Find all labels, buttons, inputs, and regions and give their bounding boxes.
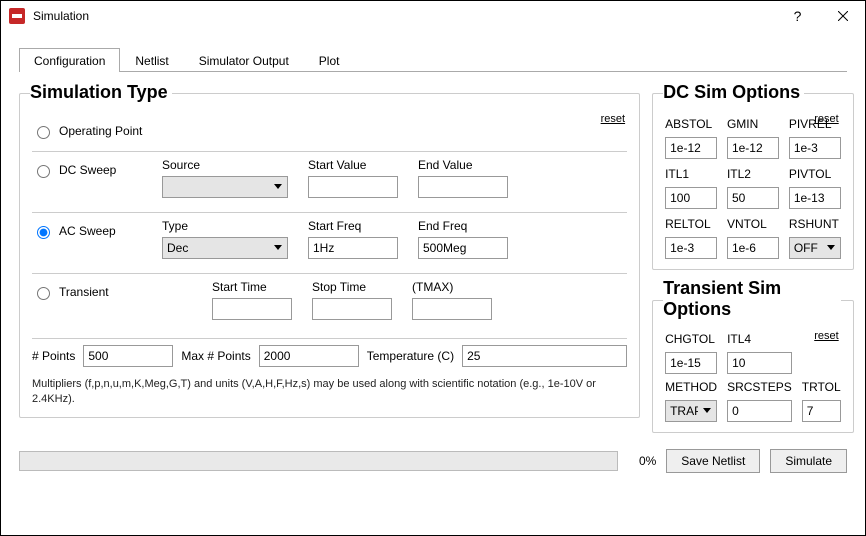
save-netlist-button[interactable]: Save Netlist [666, 449, 760, 473]
abstol-input[interactable] [665, 137, 717, 159]
maxpoints-label: Max # Points [181, 349, 250, 363]
multipliers-hint: Multipliers (f,p,n,u,m,K,Meg,G,T) and un… [32, 377, 627, 407]
vntol-label: VNTOL [727, 215, 779, 231]
rshunt-select[interactable]: OFF [789, 237, 841, 259]
itl1-input[interactable] [665, 187, 717, 209]
progress-percent: 0% [628, 454, 656, 468]
chgtol-label: CHGTOL [665, 332, 717, 346]
dc-source-label: Source [162, 158, 288, 172]
app-icon [9, 8, 25, 24]
help-button[interactable]: ? [775, 1, 820, 31]
ac-startf-label: Start Freq [308, 219, 398, 233]
close-button[interactable] [820, 1, 865, 31]
pivtol-input[interactable] [789, 187, 841, 209]
itl1-label: ITL1 [665, 165, 717, 181]
content: Simulation Type reset Operating Point DC… [1, 72, 865, 449]
itl2-label: ITL2 [727, 165, 779, 181]
dc-sweep-label: DC Sweep [59, 163, 116, 177]
dc-end-label: End Value [418, 158, 508, 172]
itl4-input[interactable] [727, 352, 792, 374]
tran-stop-label: Stop Time [312, 280, 392, 294]
temperature-input[interactable] [462, 345, 627, 367]
reltol-input[interactable] [665, 237, 717, 259]
pivrel-input[interactable] [789, 137, 841, 159]
abstol-label: ABSTOL [665, 115, 717, 131]
reset-dc-options[interactable]: reset [814, 113, 838, 125]
ac-endf-input[interactable] [418, 237, 508, 259]
tab-netlist[interactable]: Netlist [120, 48, 183, 72]
transient-label: Transient [59, 285, 109, 299]
radio-operating-point[interactable] [37, 126, 50, 139]
ac-endf-label: End Freq [418, 219, 508, 233]
ac-startf-input[interactable] [308, 237, 398, 259]
reltol-label: RELTOL [665, 215, 717, 231]
npoints-label: # Points [32, 349, 75, 363]
itl4-label: ITL4 [727, 332, 792, 346]
temperature-label: Temperature (C) [367, 349, 454, 363]
tran-start-input[interactable] [212, 298, 292, 320]
srcsteps-input[interactable] [727, 400, 792, 422]
ac-type-select[interactable]: Dec [162, 237, 288, 259]
operating-point-label: Operating Point [59, 124, 142, 138]
rshunt-label: RSHUNT [789, 215, 841, 231]
radio-transient[interactable] [37, 287, 50, 300]
reset-transient-options[interactable]: reset [814, 330, 838, 342]
progress-bar [19, 451, 618, 471]
method-label: METHOD [665, 380, 717, 394]
trtol-label: TRTOL [802, 380, 841, 394]
tran-tmax-label: (TMAX) [412, 280, 492, 294]
gmin-label: GMIN [727, 115, 779, 131]
itl2-input[interactable] [727, 187, 779, 209]
simulate-button[interactable]: Simulate [770, 449, 847, 473]
chgtol-input[interactable] [665, 352, 717, 374]
tabstrip: Configuration Netlist Simulator Output P… [19, 47, 847, 72]
ac-type-label: Type [162, 219, 288, 233]
dc-start-label: Start Value [308, 158, 398, 172]
srcsteps-label: SRCSTEPS [727, 380, 792, 394]
dc-end-input[interactable] [418, 176, 508, 198]
close-icon [838, 11, 848, 21]
pivtol-label: PIVTOL [789, 165, 841, 181]
dc-source-select[interactable] [162, 176, 288, 198]
ac-sweep-label: AC Sweep [59, 224, 116, 238]
tran-start-label: Start Time [212, 280, 292, 294]
tran-tmax-input[interactable] [412, 298, 492, 320]
transient-sim-options-legend: Transient Sim Options [663, 278, 841, 322]
radio-ac-sweep[interactable] [37, 226, 50, 239]
trtol-input[interactable] [802, 400, 841, 422]
window-title: Simulation [33, 9, 89, 23]
dc-sim-options-group: DC Sim Options reset ABSTOL GMIN PIVREL … [652, 82, 854, 270]
gmin-input[interactable] [727, 137, 779, 159]
dc-start-input[interactable] [308, 176, 398, 198]
tran-stop-input[interactable] [312, 298, 392, 320]
tab-plot[interactable]: Plot [304, 48, 355, 72]
simulation-type-legend: Simulation Type [30, 82, 172, 105]
method-select[interactable]: TRAP [665, 400, 717, 422]
tab-simulator-output[interactable]: Simulator Output [184, 48, 304, 72]
radio-dc-sweep[interactable] [37, 165, 50, 178]
maxpoints-input[interactable] [259, 345, 359, 367]
transient-sim-options-group: Transient Sim Options reset CHGTOL ITL4 … [652, 278, 854, 433]
npoints-input[interactable] [83, 345, 173, 367]
titlebar: Simulation ? [1, 1, 865, 31]
simulation-type-group: Simulation Type reset Operating Point DC… [19, 82, 640, 418]
footer: 0% Save Netlist Simulate [1, 449, 865, 487]
dc-sim-options-legend: DC Sim Options [663, 82, 804, 105]
vntol-input[interactable] [727, 237, 779, 259]
tab-configuration[interactable]: Configuration [19, 48, 120, 72]
reset-sim-type[interactable]: reset [601, 113, 625, 125]
